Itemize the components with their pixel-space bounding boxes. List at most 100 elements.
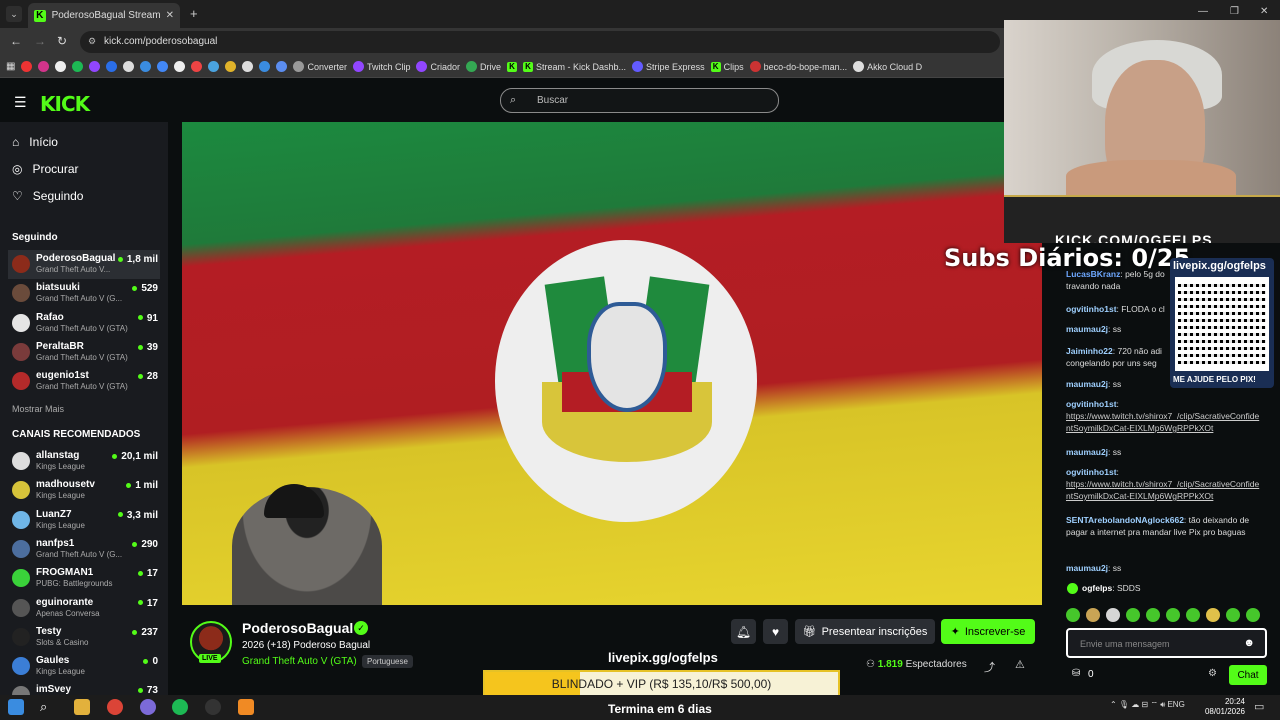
bookmark-icon[interactable]	[191, 61, 203, 72]
show-more-link[interactable]: Mostrar Mais	[12, 404, 64, 414]
back-icon[interactable]: ←	[10, 34, 22, 48]
sidebar-channel[interactable]: PeraltaBR Grand Theft Auto V (GTA) 39	[8, 338, 160, 367]
points-icon[interactable]: ⛁	[1072, 668, 1080, 679]
bookmark-beco[interactable]: beco-do-bope-man...	[749, 61, 847, 72]
chat-link[interactable]: https://www.twitch.tv/shirox7_/clip/Sacr…	[1066, 411, 1259, 433]
sidebar-channel[interactable]: PoderosoBagual Grand Theft Auto V... 1,8 m…	[8, 250, 160, 279]
chat-message-input[interactable]: Envie uma mensagem ☻	[1066, 628, 1267, 658]
emoji-icon[interactable]: ☻	[1243, 637, 1255, 649]
taskbar-clock[interactable]: 20:24 08/01/2026	[1200, 697, 1245, 717]
sidebar-channel[interactable]: allanstag Kings League 20,1 mil	[8, 447, 160, 476]
chrome-icon[interactable]	[107, 699, 123, 715]
notification-bell-button[interactable]: 🔔︎	[731, 619, 756, 644]
system-tray[interactable]: ⌃ 🎙︎ ☁ ⊟ ⌔ 🔊︎ ENG	[1110, 700, 1185, 710]
file-explorer-icon[interactable]	[74, 699, 90, 715]
bookmark-icon[interactable]	[123, 61, 135, 72]
emote-icon[interactable]	[1206, 608, 1220, 622]
tiktok-icon[interactable]	[174, 61, 186, 72]
site-info-icon[interactable]: ⚙	[88, 36, 96, 47]
minimize-icon[interactable]: —	[1198, 6, 1208, 17]
bookmark-twitch-clip[interactable]: Twitch Clip	[352, 61, 410, 72]
tab-close-icon[interactable]: ✕	[166, 10, 174, 21]
chat-username[interactable]: ogvitinho1st	[1066, 467, 1117, 477]
bookmark-icon[interactable]	[242, 61, 254, 72]
sidebar-channel[interactable]: nanfps1 Grand Theft Auto V (G... 290	[8, 535, 160, 564]
x-icon[interactable]	[55, 61, 67, 72]
chat-username[interactable]: maumau2j	[1066, 324, 1108, 334]
chat-username[interactable]: ogvitinho1st	[1066, 399, 1117, 409]
chat-username[interactable]: ogvitinho1st	[1066, 304, 1117, 314]
apps-icon[interactable]: ▦	[6, 61, 15, 72]
bookmark-stripe[interactable]: Stripe Express	[632, 61, 705, 72]
spotify-icon[interactable]	[172, 699, 188, 715]
search-icon[interactable]: ⌕	[40, 699, 56, 715]
bookmark-clips[interactable]: K Clips	[710, 61, 744, 72]
app-icon[interactable]	[140, 699, 156, 715]
search-input[interactable]: ⌕ Buscar	[500, 88, 779, 113]
follow-heart-button[interactable]: ♥	[763, 619, 788, 644]
emote-icon[interactable]	[1226, 608, 1240, 622]
restore-icon[interactable]: ❐	[1230, 6, 1239, 17]
sidebar-channel[interactable]: madhousetv Kings League 1 mil	[8, 476, 160, 505]
bookmark-icon[interactable]	[106, 61, 118, 72]
bookmark-kick[interactable]: K	[507, 61, 518, 72]
nav-seguindo[interactable]: ♡ Seguindo	[12, 189, 83, 203]
sidebar-channel[interactable]: LuanZ7 Kings League 3,3 mil	[8, 506, 160, 535]
video-player[interactable]	[182, 122, 1042, 605]
instagram-icon[interactable]	[38, 61, 50, 72]
stream-category[interactable]: Grand Theft Auto V (GTA)	[242, 656, 357, 667]
share-icon[interactable]: ⤴	[984, 659, 995, 675]
emote-icon[interactable]	[1186, 608, 1200, 622]
sidebar-channel[interactable]: eugenio1st Grand Theft Auto V (GTA) 28	[8, 367, 160, 396]
sidebar-channel[interactable]: FROGMAN1 PUBG: Battlegrounds 17	[8, 564, 160, 593]
sidebar-channel[interactable]: biatsuuki Grand Theft Auto V (G... 529	[8, 279, 160, 308]
bookmark-icon[interactable]	[276, 61, 288, 72]
bookmark-icon[interactable]	[225, 61, 237, 72]
sidebar-channel[interactable]: Gaules Kings League 0	[8, 652, 160, 681]
gift-subs-button[interactable]: 🎁︎ Presentear inscrições	[795, 619, 935, 644]
browser-tab-active[interactable]: K PoderosoBagual Stream - Watc ✕	[28, 3, 180, 28]
chat-username[interactable]: maumau2j	[1066, 379, 1108, 389]
report-icon[interactable]: ⚠	[1015, 658, 1025, 671]
bookmark-akko[interactable]: Akko Cloud D	[853, 61, 922, 72]
reload-icon[interactable]: ↻	[57, 34, 67, 48]
chat-username[interactable]: maumau2j	[1066, 563, 1108, 573]
hamburger-menu-icon[interactable]: ☰	[14, 94, 27, 111]
tab-list-icon[interactable]: ⌄	[6, 6, 22, 22]
chat-username[interactable]: maumau2j	[1066, 447, 1108, 457]
new-tab-button[interactable]: +	[190, 6, 198, 21]
bookmark-kick-dashboard[interactable]: K Stream - Kick Dashb...	[523, 61, 626, 72]
bookmark-icon[interactable]	[259, 61, 271, 72]
emote-icon[interactable]	[1086, 608, 1100, 622]
subscribe-button[interactable]: ✦ Inscrever-se	[941, 619, 1035, 644]
sidebar-channel[interactable]: eguinorante Apenas Conversa 17	[8, 594, 160, 623]
bookmark-drive[interactable]: Drive	[466, 61, 501, 72]
windows-start-icon[interactable]	[8, 699, 24, 715]
emote-icon[interactable]	[1106, 608, 1120, 622]
forward-icon[interactable]: →	[34, 34, 46, 48]
url-field[interactable]: ⚙ kick.com/poderosobagual	[80, 31, 1000, 53]
spotify-icon[interactable]	[72, 61, 84, 72]
kick-logo[interactable]: KICK	[40, 92, 90, 116]
emote-icon[interactable]	[1066, 608, 1080, 622]
chat-send-button[interactable]: Chat	[1229, 665, 1267, 685]
streamer-name[interactable]: PoderosoBagual	[242, 620, 353, 636]
twitch-icon[interactable]	[89, 61, 101, 72]
nav-procurar[interactable]: ◎ Procurar	[12, 162, 79, 176]
chat-username[interactable]: SENTArebolandoNAglock662	[1066, 515, 1184, 525]
chat-username[interactable]: ogfelps	[1082, 583, 1112, 593]
bookmark-icon[interactable]	[140, 61, 152, 72]
window-close-icon[interactable]: ✕	[1260, 6, 1268, 17]
youtube-icon[interactable]	[21, 61, 33, 72]
chat-settings-icon[interactable]: ⚙	[1208, 668, 1217, 679]
nav-inicio[interactable]: ⌂ Início	[12, 135, 58, 149]
notifications-icon[interactable]: ▭	[1254, 700, 1264, 713]
sidebar-channel[interactable]: Testy Slots & Casino 237	[8, 623, 160, 652]
language-tag[interactable]: Portuguese	[362, 655, 413, 668]
bookmark-icon[interactable]	[208, 61, 220, 72]
emote-icon[interactable]	[1246, 608, 1260, 622]
bookmark-converter[interactable]: Converter	[293, 61, 347, 72]
sidebar-channel[interactable]: Rafao Grand Theft Auto V (GTA) 91	[8, 309, 160, 338]
chat-username[interactable]: Jaiminho22	[1066, 346, 1113, 356]
emote-icon[interactable]	[1166, 608, 1180, 622]
